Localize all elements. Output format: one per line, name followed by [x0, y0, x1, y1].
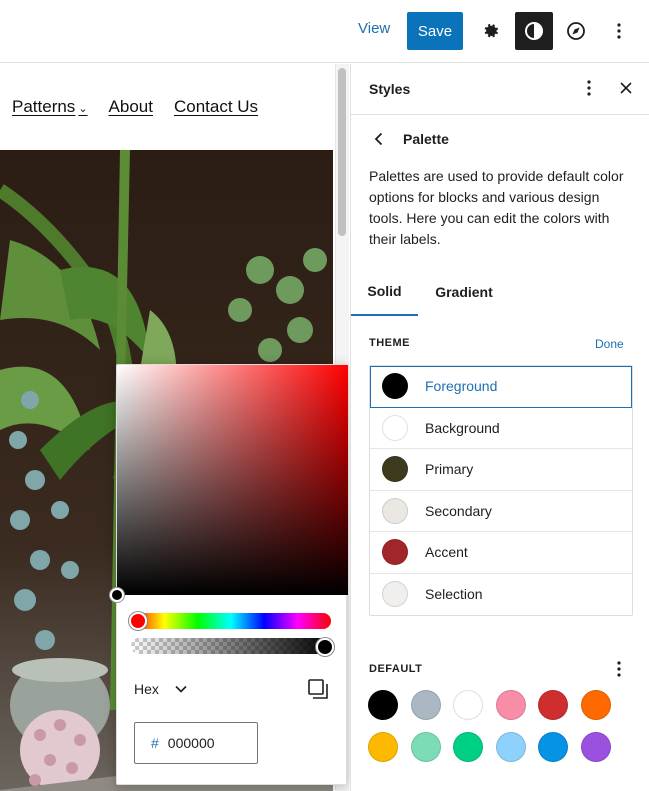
more-vertical-icon[interactable]: [600, 12, 638, 50]
palette-item[interactable]: Selection: [370, 574, 632, 616]
compass-icon[interactable]: [557, 12, 595, 50]
tab-gradient[interactable]: Gradient: [423, 268, 505, 316]
saturation-handle[interactable]: [110, 588, 124, 602]
hue-slider[interactable]: [131, 613, 331, 629]
palette-item[interactable]: Background: [370, 408, 632, 449]
color-swatch: [382, 539, 408, 566]
alpha-handle[interactable]: [316, 638, 334, 656]
palette-item-label: Background: [425, 419, 500, 436]
palette-item[interactable]: Foreground: [370, 366, 632, 408]
default-color-swatch[interactable]: [495, 690, 526, 720]
color-format-select[interactable]: Hex: [134, 681, 187, 697]
default-color-swatch[interactable]: [368, 732, 398, 762]
palette-description: Palettes are used to provide default col…: [369, 168, 624, 247]
default-color-swatch[interactable]: [410, 690, 441, 720]
color-swatch: [382, 373, 408, 400]
close-icon[interactable]: [614, 76, 638, 100]
hex-value: 000000: [167, 735, 215, 751]
contrast-icon[interactable]: [515, 12, 553, 50]
back-chevron-icon[interactable]: [369, 130, 387, 148]
chevron-down-icon: [175, 685, 187, 693]
theme-section-label: THEME: [369, 337, 410, 349]
site-navigation: Patterns ⌄ About Contact Us: [12, 97, 258, 117]
alpha-slider[interactable]: [131, 638, 331, 654]
nav-item-patterns[interactable]: Patterns ⌄: [12, 97, 88, 117]
default-color-grid: [368, 690, 628, 762]
color-picker-popover: Hex # 000000: [110, 364, 348, 785]
palette-item-label: Accent: [425, 544, 468, 561]
default-color-swatch[interactable]: [495, 732, 526, 762]
palette-item-label: Primary: [425, 461, 474, 478]
nav-item-contact[interactable]: Contact Us: [174, 97, 258, 117]
palette-item-label: Selection: [425, 586, 483, 603]
editor-toolbar: View Save: [0, 0, 649, 63]
hue-handle[interactable]: [129, 612, 147, 630]
default-color-swatch[interactable]: [580, 690, 611, 720]
copy-icon[interactable]: [307, 678, 329, 700]
default-section-label: DEFAULT: [369, 663, 423, 675]
gear-icon[interactable]: [472, 12, 510, 50]
color-swatch: [382, 414, 408, 441]
palette-item-label: Secondary: [425, 502, 492, 519]
palette-item[interactable]: Primary: [370, 449, 632, 491]
default-color-swatch[interactable]: [580, 732, 611, 762]
default-color-swatch[interactable]: [538, 732, 568, 762]
color-format-label: Hex: [134, 681, 159, 697]
palette-tabs: Solid Gradient: [351, 268, 649, 316]
chevron-down-icon: ⌄: [78, 103, 88, 115]
saturation-picker[interactable]: [117, 365, 348, 595]
more-vertical-icon[interactable]: [611, 659, 627, 679]
color-swatch: [382, 497, 408, 524]
default-color-swatch[interactable]: [453, 690, 483, 720]
hex-prefix: #: [151, 735, 159, 751]
color-swatch: [382, 456, 408, 483]
styles-header: Styles: [351, 64, 649, 115]
default-color-swatch[interactable]: [453, 732, 483, 762]
nav-item-about[interactable]: About: [109, 97, 153, 117]
default-color-swatch[interactable]: [538, 690, 568, 720]
tab-solid[interactable]: Solid: [351, 268, 418, 316]
palette-item-label: Foreground: [425, 378, 498, 395]
palette-item[interactable]: Accent: [370, 532, 632, 574]
done-button[interactable]: Done: [595, 337, 624, 351]
theme-palette-list: Foreground Background Primary Secondary …: [369, 365, 633, 616]
palette-title: Palette: [403, 131, 449, 147]
styles-sidebar: Styles Palette Palettes are used to prov…: [350, 64, 649, 791]
color-swatch: [382, 581, 408, 608]
save-button[interactable]: Save: [407, 12, 463, 50]
palette-header: Palette: [369, 130, 449, 148]
default-color-swatch[interactable]: [410, 732, 441, 762]
view-button[interactable]: View: [358, 20, 390, 37]
default-color-swatch[interactable]: [368, 690, 398, 720]
styles-title: Styles: [369, 81, 411, 97]
more-vertical-icon[interactable]: [577, 76, 601, 100]
hex-input[interactable]: # 000000: [134, 722, 258, 764]
palette-item[interactable]: Secondary: [370, 491, 632, 532]
canvas-scrollbar-thumb[interactable]: [338, 68, 346, 236]
